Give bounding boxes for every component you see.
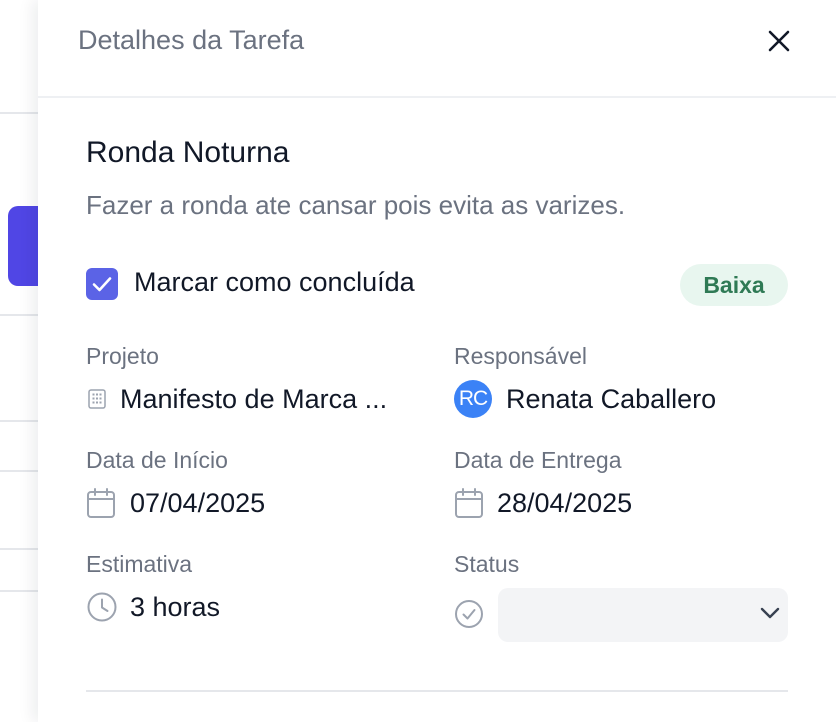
project-label: Projeto (86, 343, 159, 369)
complete-label[interactable]: Marcar como concluída (134, 267, 415, 298)
priority-badge: Baixa (680, 264, 788, 306)
background-page (0, 0, 38, 722)
status-select[interactable] (498, 588, 788, 642)
estimate-value[interactable]: 3 horas (130, 592, 220, 623)
start-date-value[interactable]: 07/04/2025 (130, 488, 265, 519)
calendar-icon (87, 488, 115, 518)
background-divider (0, 590, 38, 592)
due-date-value[interactable]: 28/04/2025 (497, 488, 632, 519)
background-divider (0, 112, 38, 114)
background-divider (0, 420, 38, 422)
panel-title: Detalhes da Tarefa (78, 25, 305, 55)
project-value[interactable]: Manifesto de Marca ... (120, 384, 387, 415)
avatar: RC (454, 380, 492, 418)
assignee-value[interactable]: Renata Caballero (506, 384, 716, 415)
chevron-down-icon (760, 607, 780, 619)
status-label: Status (454, 551, 520, 577)
assignee-label: Responsável (454, 343, 587, 369)
task-title: Ronda Noturna (86, 136, 290, 169)
complete-checkbox[interactable] (86, 268, 118, 300)
close-button[interactable] (762, 24, 796, 58)
building-icon (88, 389, 106, 409)
estimate-label: Estimativa (86, 551, 193, 577)
clock-icon (87, 592, 117, 622)
close-icon (768, 30, 790, 52)
task-description: Fazer a ronda ate cansar pois evita as v… (86, 190, 626, 220)
section-divider (86, 690, 788, 692)
due-date-label: Data de Entrega (454, 447, 622, 473)
background-divider (0, 470, 38, 472)
background-divider (0, 548, 38, 550)
panel-header: Detalhes da Tarefa (38, 0, 836, 98)
start-date-label: Data de Início (86, 447, 228, 473)
check-circle-icon (455, 600, 483, 628)
background-active-item[interactable] (8, 206, 38, 286)
task-details-panel: Detalhes da Tarefa Ronda Noturna Fazer a… (38, 0, 836, 722)
check-icon (92, 277, 112, 292)
background-divider (0, 314, 38, 316)
calendar-icon (455, 488, 483, 518)
